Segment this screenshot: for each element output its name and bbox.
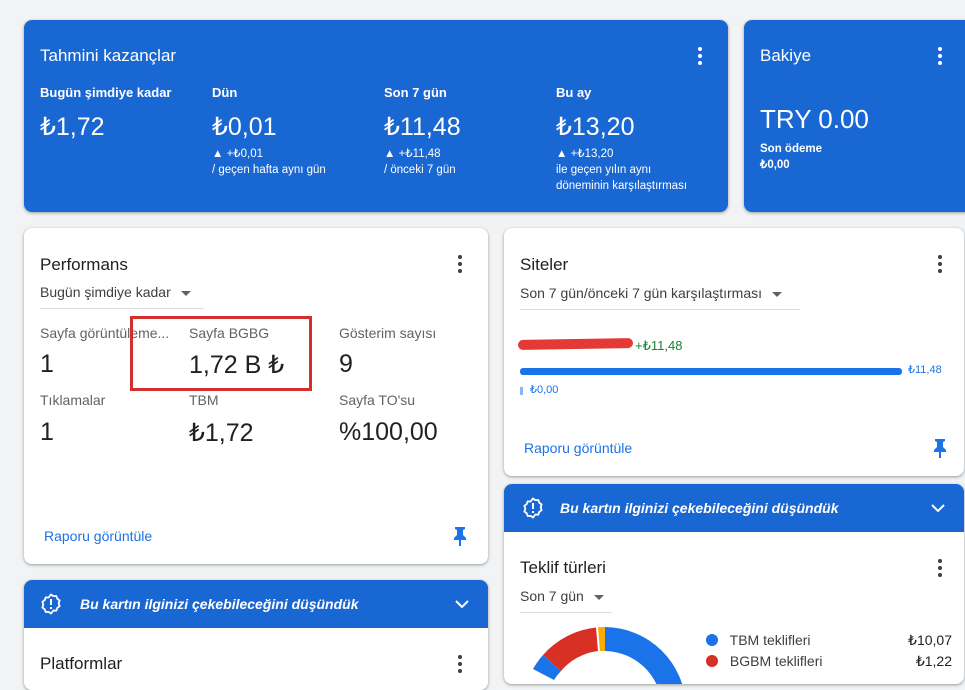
chevron-down-icon xyxy=(772,291,783,297)
earnings-note: / geçen hafta aynı gün xyxy=(212,164,326,176)
earnings-value: ₺1,72 xyxy=(40,113,105,141)
sites-card: Siteler Son 7 gün/önceki 7 gün karşılaşt… xyxy=(504,228,964,476)
earnings-label: Dün xyxy=(212,85,238,100)
bid-types-range-dropdown[interactable]: Son 7 gün xyxy=(520,588,612,613)
donut-slice-other xyxy=(598,626,605,651)
legend-label: BGBM teklifleri xyxy=(729,653,823,669)
donut-slice-cpc xyxy=(605,627,683,684)
sites-report-link[interactable]: Raporu görüntüle xyxy=(524,440,632,456)
balance-title: Bakiye xyxy=(760,46,812,65)
earnings-note: ile geçen yılın aynı xyxy=(556,164,652,176)
bid-types-donut-chart xyxy=(533,626,683,684)
lightbulb-badge-icon xyxy=(41,593,61,615)
metric-label: Sayfa TO'su xyxy=(339,392,416,408)
current-period-bar xyxy=(520,368,902,375)
legend-item: TBM teklifleri ₺10,07 xyxy=(706,632,952,648)
earnings-title: Tahmini kazançlar xyxy=(40,46,177,65)
redacted-site-name xyxy=(517,337,634,351)
bid-types-title: Teklif türleri xyxy=(520,558,606,577)
platforms-more-icon[interactable] xyxy=(448,652,472,676)
earnings-more-icon[interactable] xyxy=(688,44,712,68)
balance-more-icon[interactable] xyxy=(928,44,952,68)
legend-label: TBM teklifleri xyxy=(729,632,811,648)
performance-more-icon[interactable] xyxy=(448,252,472,276)
previous-period-value: ₺0,00 xyxy=(530,384,559,396)
estimated-earnings-card: Tahmini kazançlar Bugün şimdiye kadar ₺1… xyxy=(24,20,728,212)
earnings-note-2: döneminin karşılaştırması xyxy=(556,180,688,192)
legend-dot xyxy=(706,655,718,667)
sites-more-icon[interactable] xyxy=(928,252,952,276)
lightbulb-badge-icon xyxy=(523,497,543,519)
earnings-label: Bugün şimdiye kadar xyxy=(40,85,172,100)
metric-value: 1 xyxy=(40,418,54,446)
suggestion-banner-text: Bu kartın ilginizi çekebileceğini düşünd… xyxy=(560,500,839,516)
legend-value: ₺1,22 xyxy=(915,653,952,669)
bid-types-range-label: Son 7 gün xyxy=(520,588,584,604)
suggestion-banner: Bu kartın ilginizi çekebileceğini düşünd… xyxy=(504,484,964,532)
suggestion-banner: Bu kartın ilginizi çekebileceğini düşünd… xyxy=(24,580,488,628)
earnings-col-today: Bugün şimdiye kadar ₺1,72 xyxy=(40,85,210,142)
last-payment-value: ₺0,00 xyxy=(760,159,790,171)
performance-card: Performans Bugün şimdiye kadar Sayfa gör… xyxy=(24,228,488,564)
performance-title: Performans xyxy=(40,255,128,274)
suggestion-banner-text: Bu kartın ilginizi çekebileceğini düşünd… xyxy=(80,596,359,612)
metric-label: Gösterim sayısı xyxy=(339,325,437,341)
earnings-label: Son 7 gün xyxy=(384,85,447,100)
earnings-col-month: Bu ay ₺13,20 ▲ +₺13,20 ile geçen yılın a… xyxy=(556,85,726,194)
earnings-col-yesterday: Dün ₺0,01 ▲ +₺0,01 / geçen hafta aynı gü… xyxy=(212,85,382,178)
sites-range-label: Son 7 gün/önceki 7 gün karşılaştırması xyxy=(520,285,763,301)
legend-value: ₺10,07 xyxy=(908,632,952,648)
last-payment-label: Son ödeme xyxy=(760,143,822,155)
bid-types-card: Bu kartın ilginizi çekebileceğini düşünd… xyxy=(504,484,964,684)
earnings-delta: ▲ +₺11,48 xyxy=(384,148,441,160)
chevron-down-icon xyxy=(593,594,604,600)
metric-value: 1 xyxy=(40,350,54,378)
site-delta: +₺11,48 xyxy=(635,338,683,353)
earnings-value: ₺0,01 xyxy=(212,113,277,141)
platforms-title: Platformlar xyxy=(40,654,123,673)
previous-period-bar xyxy=(520,387,523,395)
metric-label: Tıklamalar xyxy=(40,392,106,408)
performance-report-link[interactable]: Raporu görüntüle xyxy=(44,528,152,544)
legend-item: BGBM teklifleri ₺1,22 xyxy=(706,653,952,669)
balance-value: TRY 0.00 xyxy=(760,104,869,134)
earnings-delta: ▲ +₺13,20 xyxy=(556,148,614,160)
earnings-value: ₺11,48 xyxy=(384,113,461,141)
chevron-down-icon xyxy=(180,290,191,296)
highlight-box xyxy=(130,316,312,391)
chevron-down-icon[interactable] xyxy=(454,596,470,612)
current-period-value: ₺11,48 xyxy=(908,364,942,376)
metric-value: 9 xyxy=(339,350,353,378)
earnings-label: Bu ay xyxy=(556,85,592,100)
legend-dot xyxy=(706,634,718,646)
earnings-value: ₺13,20 xyxy=(556,113,635,141)
chevron-down-icon[interactable] xyxy=(930,500,946,516)
balance-card: Bakiye TRY 0.00 Son ödeme ₺0,00 xyxy=(744,20,965,212)
platforms-card: Bu kartın ilginizi çekebileceğini düşünd… xyxy=(24,580,488,690)
metric-label: TBM xyxy=(189,392,219,408)
bid-types-more-icon[interactable] xyxy=(928,556,952,580)
metric-value: %100,00 xyxy=(339,418,438,446)
earnings-col-last7: Son 7 gün ₺11,48 ▲ +₺11,48 / önceki 7 gü… xyxy=(384,85,554,178)
performance-range-dropdown[interactable]: Bugün şimdiye kadar xyxy=(40,284,204,309)
pin-icon[interactable] xyxy=(452,526,468,546)
metric-value: ₺1,72 xyxy=(189,419,254,447)
sites-title: Siteler xyxy=(520,255,569,274)
pin-icon[interactable] xyxy=(932,438,948,458)
performance-range-label: Bugün şimdiye kadar xyxy=(40,284,171,300)
earnings-note: / önceki 7 gün xyxy=(384,164,456,176)
earnings-delta: ▲ +₺0,01 xyxy=(212,148,263,160)
sites-range-dropdown[interactable]: Son 7 gün/önceki 7 gün karşılaştırması xyxy=(520,285,800,310)
